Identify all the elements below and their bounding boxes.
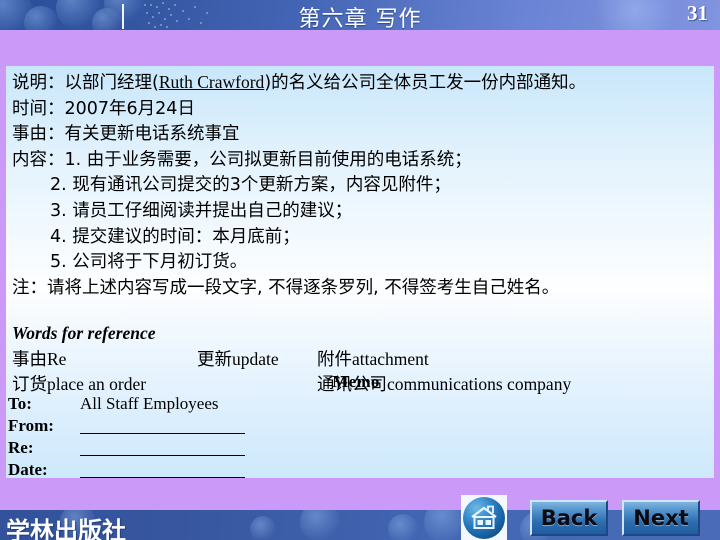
instruction-line-shiyou: 事由：有关更新电话系统事宜 [12, 122, 708, 148]
memo-row-re: Re: [8, 438, 245, 460]
glossary-entry-fujian-attachment: 附件attachment [317, 348, 429, 369]
line-text-note: 注：请将上述内容写成一段文字, 不得逐条罗列, 不得签考生自己姓名。 [12, 277, 560, 298]
instruction-line-shuoming: 说明：以部门经理(Ruth Crawford)的名义给公司全体员工发一份内部通知… [12, 70, 708, 97]
line-text-item-3: 3. 请员工仔细阅读并提出自己的建议； [50, 200, 353, 221]
line-label-neirong: 内容： [12, 149, 65, 170]
memo-label-re: Re: [8, 438, 34, 457]
memo-row-to: To: All Staff Employees [8, 394, 245, 416]
publisher-logo-text: 学林出版社 [6, 517, 126, 540]
instruction-line-item-2: 2. 现有通讯公司提交的3个更新方案，内容见附件； [12, 173, 708, 199]
home-button[interactable] [461, 495, 507, 540]
line-text-shuoming-b: )的名义给公司全体员工发一份内部通知。 [264, 73, 587, 93]
line-label-shuoming: 说明： [12, 73, 65, 93]
instruction-line-item-5: 5. 公司将于下月初订货。 [12, 250, 708, 276]
memo-row-from: From: [8, 416, 245, 438]
home-icon [463, 496, 505, 539]
memo-label-to: To: [8, 394, 32, 413]
line-text-item-1: 1. 由于业务需要，公司拟更新目前使用的电话系统； [64, 149, 472, 170]
glossary-entry-gengxin-update: 更新update [197, 348, 279, 369]
content-panel: 说明：以部门经理(Ruth Crawford)的名义给公司全体员工发一份内部通知… [6, 66, 714, 508]
memo-value-to: All Staff Employees [80, 394, 219, 413]
line-text-shijian: 2007年6月24日 [64, 98, 195, 119]
line-text-shiyou: 有关更新电话系统事宜 [64, 124, 240, 145]
back-button[interactable]: Back [530, 500, 608, 536]
instruction-line-neirong: 内容：1. 由于业务需要，公司拟更新目前使用的电话系统； [12, 148, 708, 174]
line-text-item-2: 2. 现有通讯公司提交的3个更新方案，内容见附件； [50, 175, 451, 196]
next-button[interactable]: Next [622, 500, 700, 536]
glossary-entry-shiyou-re: 事由Re [12, 348, 67, 369]
memo-blank-re [80, 441, 245, 456]
words-for-reference-title: Words for reference [12, 323, 156, 343]
instruction-line-note: 注：请将上述内容写成一段文字, 不得逐条罗列, 不得签考生自己姓名。 [12, 276, 708, 302]
instruction-line-item-3: 3. 请员工仔细阅读并提出自己的建议； [12, 199, 708, 225]
content-frame: 说明：以部门经理(Ruth Crawford)的名义给公司全体员工发一份内部通知… [0, 30, 720, 510]
line-text-item-5: 5. 公司将于下月初订货。 [50, 252, 248, 273]
line-text-shuoming-a: 以部门经理( [64, 73, 159, 93]
memo-field-list: To: All Staff Employees From: Re: Date: [8, 394, 245, 482]
memo-label-from: From: [8, 416, 54, 435]
memo-blank-date [80, 463, 245, 478]
back-button-label: Back [540, 506, 598, 530]
instruction-line-shijian: 时间：2007年6月24日 [12, 97, 708, 123]
next-button-label: Next [633, 506, 689, 530]
slide-footer: 学林出版社 [0, 510, 720, 540]
memo-title: Memo [332, 372, 380, 391]
memo-label-date: Date: [8, 460, 48, 479]
line-label-shiyou: 事由： [12, 124, 65, 145]
line-text-shuoming-name: Ruth Crawford [158, 72, 265, 92]
slide: 第六章 写作 31 说明：以部门经理(Ruth Crawford)的名义给公司全… [0, 0, 720, 540]
footer-accent-band [0, 478, 720, 510]
line-text-item-4: 4. 提交建议的时间：本月底前； [50, 226, 300, 247]
page-title: 第六章 写作 [298, 7, 422, 30]
slide-header: 第六章 写作 31 [0, 0, 720, 30]
line-label-shijian: 时间： [12, 98, 65, 119]
page-number: 31 [687, 1, 708, 25]
instruction-block: 说明：以部门经理(Ruth Crawford)的名义给公司全体员工发一份内部通知… [12, 70, 708, 301]
instruction-line-item-4: 4. 提交建议的时间：本月底前； [12, 225, 708, 251]
memo-blank-from [80, 419, 245, 434]
